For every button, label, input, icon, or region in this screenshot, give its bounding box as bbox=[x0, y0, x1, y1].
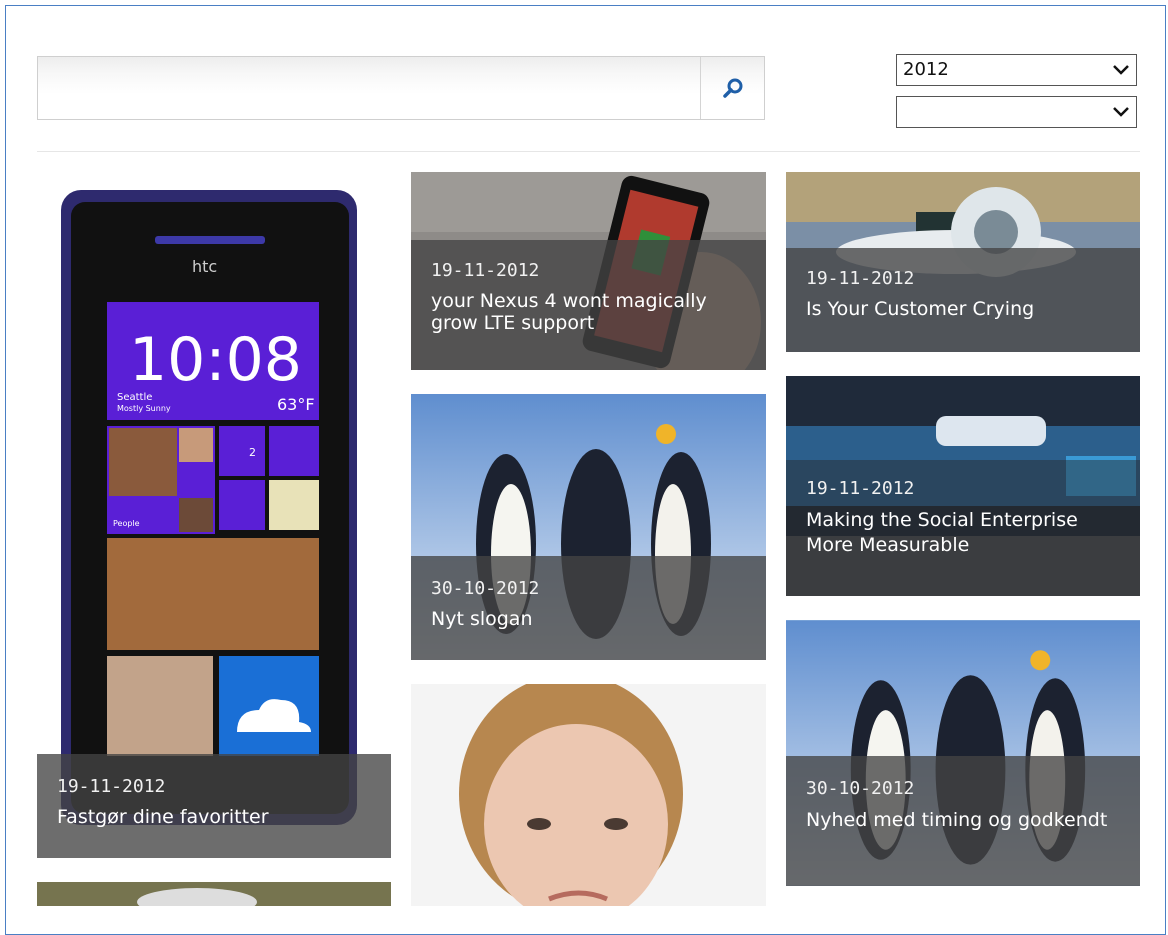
year-select-value: 2012 bbox=[903, 59, 949, 80]
chevron-down-icon bbox=[1113, 107, 1129, 117]
tile-caption: 19-11-2012 Making the Social Enterprise … bbox=[786, 460, 1140, 596]
phone-weather: Mostly Sunny bbox=[117, 404, 171, 413]
tile-title[interactable]: your Nexus 4 wont magically grow LTE sup… bbox=[431, 290, 746, 334]
tile-caption: 19-11-2012 Fastgør dine favoritter bbox=[37, 754, 391, 858]
tile-date: 19-11-2012 bbox=[431, 260, 540, 281]
news-tile-bottom-left[interactable] bbox=[37, 882, 391, 906]
phone-clock: 10:08 bbox=[129, 325, 302, 395]
news-tile-nexus[interactable]: 19-11-2012 your Nexus 4 wont magically g… bbox=[411, 172, 766, 370]
news-tile-portrait[interactable] bbox=[411, 684, 766, 906]
news-tile-favoritter[interactable]: htc 10:08 Seattle Mostly Sunny 63°F Peop… bbox=[37, 172, 391, 858]
tile-caption: 19-11-2012 your Nexus 4 wont magically g… bbox=[411, 240, 766, 370]
phone-message-count: 2 bbox=[249, 446, 256, 459]
tile-date: 19-11-2012 bbox=[806, 268, 915, 289]
tile-image bbox=[37, 882, 391, 906]
search-button[interactable] bbox=[700, 57, 764, 119]
search-input[interactable] bbox=[38, 57, 700, 119]
tile-title[interactable]: Nyhed med timing og godkendt bbox=[806, 808, 1120, 833]
tile-title[interactable]: Fastgør dine favoritter bbox=[57, 806, 371, 828]
tile-date: 19-11-2012 bbox=[57, 776, 166, 797]
phone-temp: 63°F bbox=[277, 395, 315, 414]
divider bbox=[37, 151, 1140, 152]
search-icon bbox=[722, 78, 742, 98]
phone-brand: htc bbox=[192, 257, 217, 276]
tile-caption: 19-11-2012 Is Your Customer Crying bbox=[786, 248, 1140, 352]
tile-date: 19-11-2012 bbox=[806, 478, 915, 499]
year-select[interactable]: 2012 bbox=[896, 54, 1137, 86]
news-tile-social-enterprise[interactable]: 19-11-2012 Making the Social Enterprise … bbox=[786, 376, 1140, 596]
month-select[interactable] bbox=[896, 96, 1137, 128]
tile-date: 30-10-2012 bbox=[431, 578, 540, 599]
tile-title[interactable]: Making the Social Enterprise More Measur… bbox=[806, 508, 1120, 558]
phone-city: Seattle bbox=[117, 392, 152, 403]
portrait-image bbox=[411, 684, 766, 906]
tile-title[interactable]: Nyt slogan bbox=[431, 608, 746, 630]
tile-caption: 30-10-2012 Nyhed med timing og godkendt bbox=[786, 756, 1140, 886]
tile-title[interactable]: Is Your Customer Crying bbox=[806, 298, 1120, 320]
tile-date: 30-10-2012 bbox=[806, 778, 915, 799]
news-tile-nyt-slogan[interactable]: 30-10-2012 Nyt slogan bbox=[411, 394, 766, 660]
news-tile-nyhed-timing[interactable]: 30-10-2012 Nyhed med timing og godkendt bbox=[786, 620, 1140, 886]
news-tile-customer-crying[interactable]: 19-11-2012 Is Your Customer Crying bbox=[786, 172, 1140, 352]
tile-caption: 30-10-2012 Nyt slogan bbox=[411, 556, 766, 660]
search-box bbox=[37, 56, 765, 120]
chevron-down-icon bbox=[1113, 65, 1129, 75]
phone-people-label: People bbox=[113, 519, 140, 528]
